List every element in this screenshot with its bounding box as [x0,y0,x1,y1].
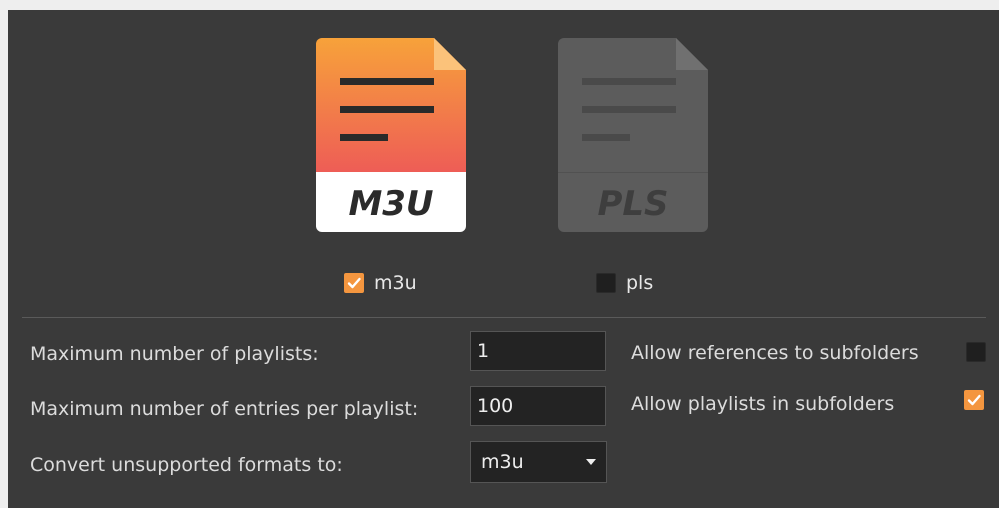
m3u-checkbox-label: m3u [374,272,417,294]
max-entries-label: Maximum number of entries per playlist: [30,398,419,420]
pls-checkbox-label: pls [626,272,654,294]
convert-formats-label: Convert unsupported formats to: [30,454,343,476]
m3u-format-checkbox[interactable]: m3u [344,268,417,298]
dropdown-arrow-icon [586,459,596,465]
max-playlists-input[interactable] [470,331,606,371]
playlist-settings-panel: M3U PLS m3u pls Maximum number of playli… [8,10,999,508]
m3u-icon-caption: M3U [348,184,433,224]
convert-formats-selected-value: m3u [481,451,524,473]
section-divider [22,317,986,318]
max-entries-input[interactable] [470,386,606,426]
allow-playlists-checkbox[interactable] [964,390,984,410]
allow-references-label: Allow references to subfolders [631,342,919,364]
allow-playlists-label: Allow playlists in subfolders [631,393,895,415]
checkmark-icon[interactable] [344,273,364,293]
convert-formats-dropdown[interactable]: m3u [470,441,607,483]
checkmark-icon [967,394,981,406]
pls-file-icon[interactable]: PLS [558,38,708,232]
pls-icon-caption: PLS [597,184,668,224]
max-playlists-label: Maximum number of playlists: [30,343,319,365]
m3u-file-icon[interactable]: M3U [316,38,466,232]
pls-format-checkbox[interactable]: pls [596,268,653,298]
allow-references-checkbox[interactable] [966,342,986,362]
unchecked-box-icon[interactable] [596,273,616,293]
